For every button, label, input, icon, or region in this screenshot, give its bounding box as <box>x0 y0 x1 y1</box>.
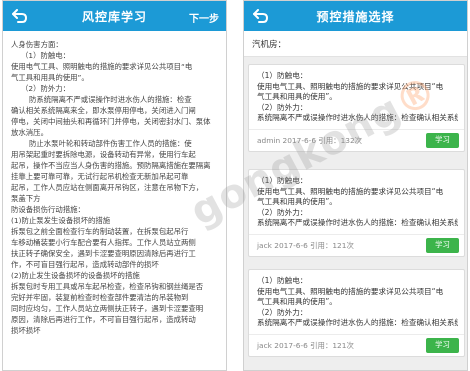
document-line: 放水消压。 <box>11 128 48 137</box>
top-bar: 风控库学习 下一步 <box>3 1 226 31</box>
learn-button[interactable]: 学习 <box>426 337 459 353</box>
learn-button[interactable]: 学习 <box>426 237 459 253</box>
card-footer: jack 2017-6-6 引用：121次 学习 <box>249 233 464 256</box>
card-meta: jack 2017-6-6 引用：121次 <box>257 240 354 250</box>
back-arrow-icon <box>253 9 269 23</box>
document-line: 完好并牢固，装复前检查时检查部件要清洁的吊装物到 <box>11 293 189 302</box>
back-arrow-icon <box>12 9 28 23</box>
next-step-button[interactable]: 下一步 <box>189 10 219 25</box>
back-button[interactable] <box>9 5 31 27</box>
document-line: 原因，清除后再进行工作，不可盲目强行起吊，造成转动 <box>11 315 196 324</box>
document-line: 用吊架起重时要拆除电源，设备转动有异常，使用行车起 <box>11 150 196 159</box>
card-line: 气工具和用具的使用”。 <box>257 297 337 306</box>
card-text: （1）防触电： 使用电气工具、照明触电的措施的要求详见公共项目“电 气工具和用具… <box>249 270 464 329</box>
page-title: 预控措施选择 <box>316 9 395 24</box>
document-line: 车移动桶装要小行车配合要有人指挥。工作人员站立两侧 <box>11 238 196 247</box>
document-line: 防设备损伤行动措施： <box>11 205 85 214</box>
card-footer: jack 2017-6-6 引用：121次 学习 <box>249 333 464 356</box>
document-line: 防止水泵叶轮和转动部件伤害工作人员的措施：使 <box>29 139 192 148</box>
screenshot-stage: 风控库学习 下一步 人身伤害方面： （1）防触电： 使用电气工具、照明触电的措施的要… <box>0 0 470 371</box>
document-line: 确认相关系统隔离来全，即水泵停用停电，关闭进入门闸 <box>11 106 196 115</box>
document-line: (2)防止发生设备损坏的设备损坏的措施 <box>11 271 140 280</box>
document-line: 使用电气工具、照明触电的措施的要求详见公共项目“电 <box>11 62 193 71</box>
card-line: 系统隔离不严或误操作时进水伤人的措施：检查确认相关系统隔离来全... <box>257 318 458 327</box>
document-line: 挂靠上要可靠可靠，无试行起吊机检查无新加吊起可靠 <box>11 172 189 181</box>
document-line: 拆泵包之前全面检查行车的制动装置，在拆泵包起吊行 <box>11 227 189 236</box>
location-filter[interactable]: 汽机房： <box>244 31 467 57</box>
document-line: 扶正转子确保安全，遇到卡涩要查明原因清除后再进行工 <box>11 249 196 258</box>
document-line: （2）防外力： <box>21 84 71 93</box>
document-line: 拆泵包时专用工具或吊车起吊检查，检查吊钩和钢丝绳是否 <box>11 282 204 291</box>
page-title: 风控库学习 <box>81 9 147 24</box>
card-line: （1）防触电： <box>257 276 308 285</box>
precaution-card[interactable]: （1）防触电： 使用电气工具、照明触电的措施的要求详见公共项目“电 气工具和用具… <box>248 269 465 357</box>
top-bar: 预控措施选择 <box>244 1 467 31</box>
card-line: （2）防外力： <box>257 207 308 217</box>
document-line: 防系统隔离不严或误操作时进水伤人的措施：检查 <box>29 95 192 104</box>
card-line: 使用电气工具、照明触电的措施的要求详见公共项目“电 <box>257 286 444 296</box>
learn-button[interactable]: 学习 <box>426 132 459 148</box>
document-line: 起吊，操作不当应当人身伤害的措施。预防隔离措施在要隔离 <box>11 161 211 170</box>
card-line: （2）防外力： <box>257 307 308 317</box>
document-line: 损坏损坏 <box>11 326 41 335</box>
document-line: 气工具和用具的使用”。 <box>11 73 89 82</box>
risk-library-study-screen: 风控库学习 下一步 人身伤害方面： （1）防触电： 使用电气工具、照明触电的措施的要… <box>2 0 227 371</box>
card-meta: jack 2017-6-6 引用：121次 <box>257 340 354 350</box>
document-line: 人身伤害方面： <box>11 40 63 49</box>
card-line: 气工具和用具的使用”。 <box>257 197 337 206</box>
card-line: 系统隔离不严或误操作时进水伤人的措施：检查确认相关系统隔离来全... <box>257 218 458 227</box>
document-line: （1）防触电： <box>21 51 71 60</box>
document-line: 停电，关闭中间抽头和再循环门并停电，关闭密封水门、泵体 <box>11 117 211 126</box>
document-line: 同时应均匀，工作人员站立两侧扶正转子，遇到卡涩要查明 <box>11 304 204 313</box>
back-button[interactable] <box>250 5 272 27</box>
document-line: (1)防止泵发生设备损坏的措施 <box>11 216 111 225</box>
document-content: 人身伤害方面： （1）防触电： 使用电气工具、照明触电的措施的要求详见公共项目“电气… <box>3 31 226 336</box>
document-line: 作，不可盲目强行起吊，造成转动部件的损坏 <box>11 260 159 269</box>
filter-label: 汽机房： <box>252 40 287 50</box>
